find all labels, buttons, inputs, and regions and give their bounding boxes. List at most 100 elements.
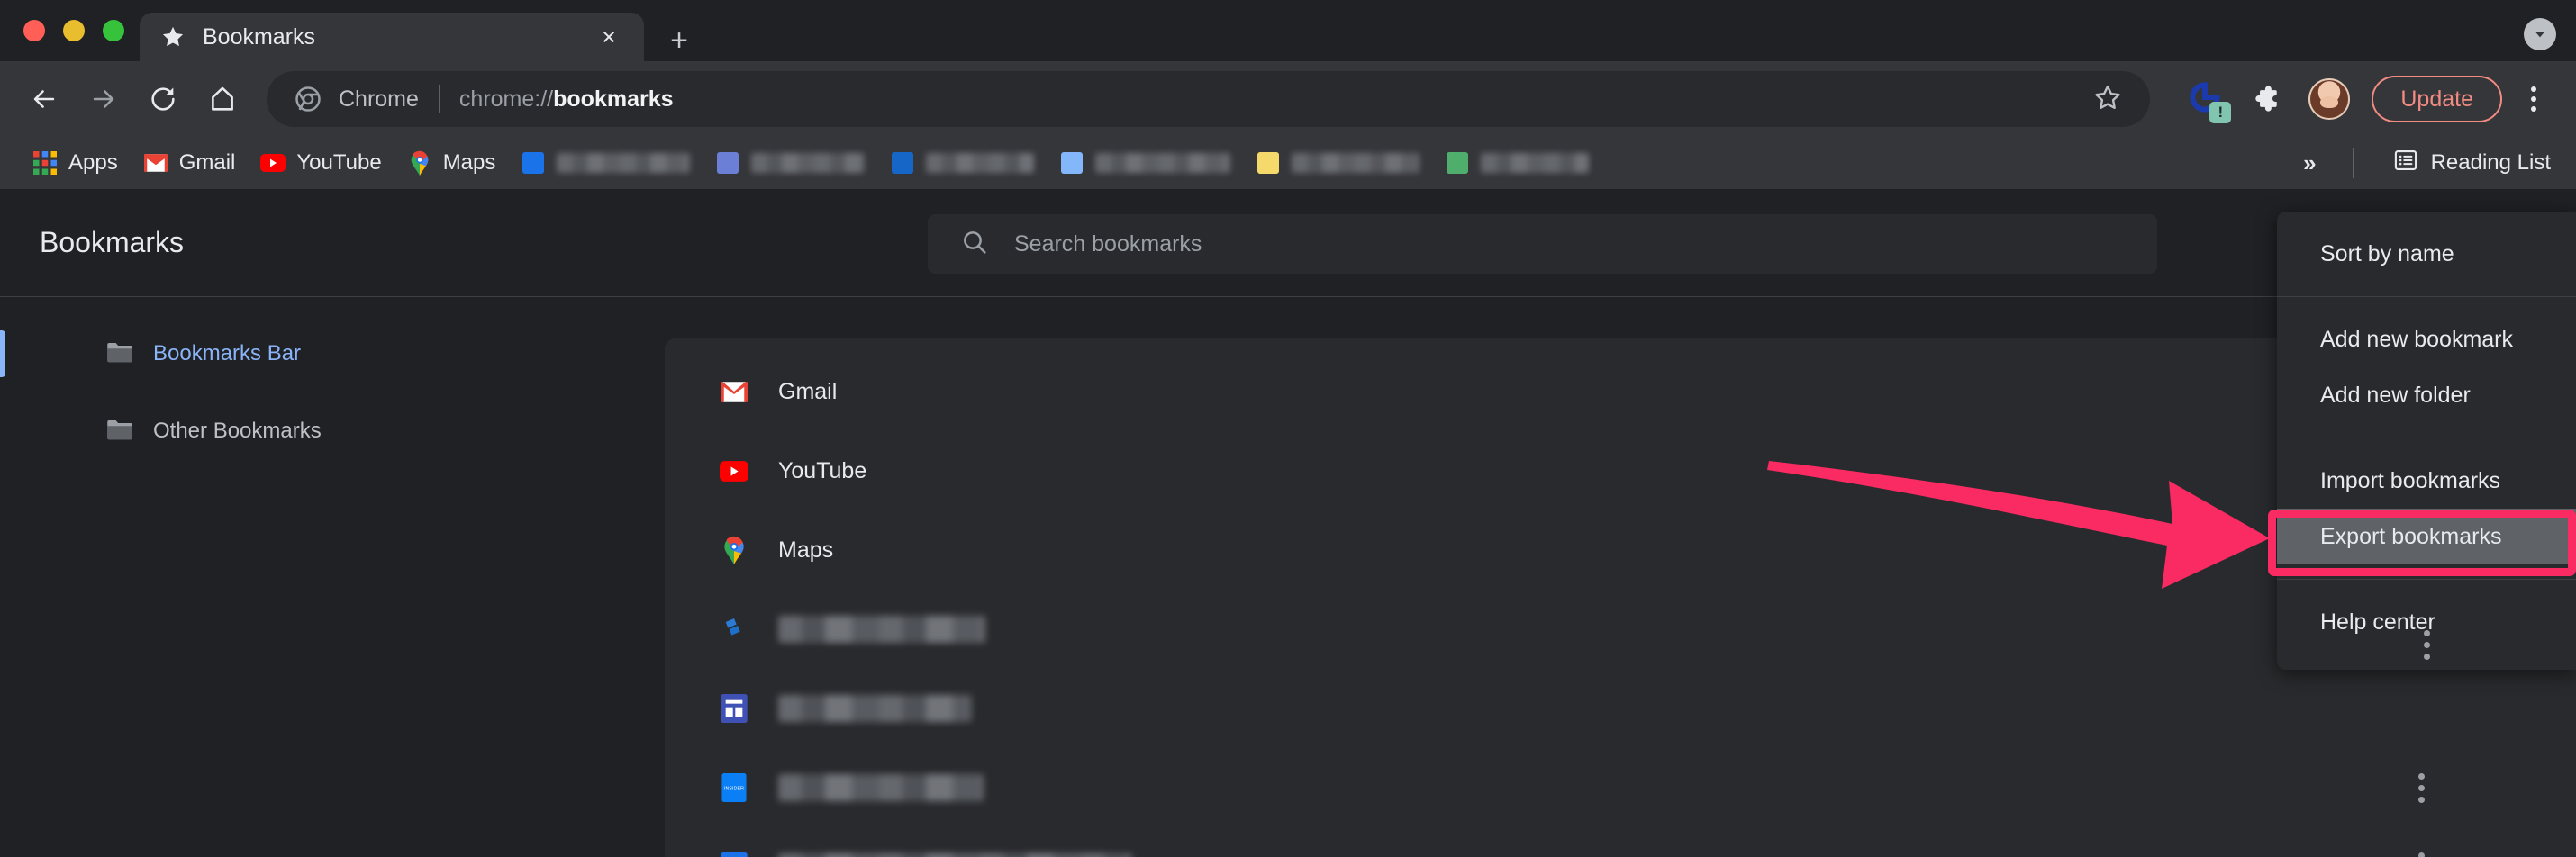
redacted-label	[1292, 153, 1420, 173]
redacted-favicon-yellow	[1256, 150, 1281, 176]
page-header: Bookmarks Search bookmarks	[0, 189, 2576, 297]
bookmarks-bar-overflow-area: » Reading List	[2283, 148, 2576, 179]
gmail-icon	[719, 376, 749, 407]
redacted-label	[778, 616, 985, 643]
search-input[interactable]: Search bookmarks	[928, 214, 2157, 274]
menu-item-add-new-bookmark[interactable]: Add new bookmark	[2277, 311, 2576, 367]
omnibox-divider	[438, 85, 440, 113]
menu-item-sort-by-name[interactable]: Sort by name	[2277, 226, 2576, 282]
toolbar-actions: ! Update	[2170, 76, 2576, 123]
redacted-favicon-lightblue	[1059, 150, 1084, 176]
omnibox-scheme-label: Chrome	[339, 86, 419, 112]
redacted-label	[778, 853, 1131, 857]
bookmark-label: YouTube	[296, 150, 382, 175]
extension-alert-badge: !	[2209, 102, 2232, 123]
url-prefix: chrome://	[458, 86, 554, 112]
redacted-label	[778, 774, 984, 801]
bookmark-redacted[interactable]	[1432, 144, 1601, 182]
bookmark-redacted[interactable]	[1243, 144, 1432, 182]
chevron-down-icon[interactable]	[2524, 18, 2556, 50]
redacted-favicon-grid	[719, 693, 749, 724]
redacted-favicon-lines	[719, 852, 749, 857]
forward-button[interactable]	[83, 78, 124, 120]
maps-pin-icon	[719, 535, 749, 565]
kebab-menu-icon[interactable]	[2513, 78, 2554, 120]
youtube-icon	[260, 150, 286, 176]
sidebar-item-other-bookmarks[interactable]: Other Bookmarks	[0, 406, 665, 456]
list-item-menu-button[interactable]	[2401, 768, 2441, 807]
redacted-label	[751, 153, 866, 173]
url-path: bookmarks	[553, 86, 674, 112]
redacted-favicon-ribbon	[719, 614, 749, 645]
redacted-label	[778, 695, 972, 722]
close-window-button[interactable]	[23, 20, 45, 41]
sidebar-item-label: Bookmarks Bar	[153, 341, 302, 365]
chrome-icon	[294, 85, 322, 113]
bookmark-gmail[interactable]: Gmail	[131, 144, 249, 182]
home-button[interactable]	[202, 78, 243, 120]
star-icon	[159, 23, 186, 50]
folder-icon	[106, 340, 133, 367]
redacted-favicon-indigo	[715, 150, 740, 176]
menu-item-add-new-folder[interactable]: Add new folder	[2277, 367, 2576, 423]
list-item-menu-button[interactable]	[2401, 847, 2441, 857]
list-item-label: Maps	[778, 537, 834, 563]
new-tab-button[interactable]: +	[662, 23, 696, 58]
redacted-favicon-blue	[521, 150, 546, 176]
bookmarks-bar: Apps Gmail YouTube Maps » Reading List	[0, 137, 2576, 189]
redacted-favicon-blue	[890, 150, 915, 176]
reload-button[interactable]	[142, 78, 184, 120]
folder-icon	[106, 418, 133, 445]
avatar[interactable]	[2308, 78, 2351, 120]
bookmark-label: Apps	[68, 150, 118, 175]
back-button[interactable]	[23, 78, 65, 120]
sidebar-item-label: Other Bookmarks	[153, 419, 322, 443]
bookmark-youtube[interactable]: YouTube	[248, 144, 394, 182]
bookmark-redacted[interactable]	[877, 144, 1047, 182]
annotation-arrow	[1767, 461, 2270, 589]
tab-title: Bookmarks	[203, 23, 316, 50]
apps-grid-icon	[32, 150, 58, 176]
search-icon	[960, 228, 989, 261]
svg-text:INSIDER: INSIDER	[724, 786, 744, 791]
omnibox-url: chrome://bookmarks	[459, 86, 674, 113]
list-item-label: YouTube	[778, 457, 867, 483]
minimize-window-button[interactable]	[63, 20, 85, 41]
close-tab-button[interactable]: ×	[594, 22, 624, 52]
redacted-label	[557, 153, 691, 173]
reading-list-button[interactable]: Reading List	[2370, 148, 2562, 179]
bookmark-label: Maps	[442, 150, 496, 175]
bookmark-redacted[interactable]	[508, 144, 703, 182]
redacted-label	[1095, 153, 1231, 173]
bookmark-star-icon[interactable]	[2092, 82, 2123, 117]
puzzle-piece-icon[interactable]	[2245, 78, 2287, 120]
youtube-icon	[719, 456, 749, 486]
list-item[interactable]	[665, 827, 2576, 857]
reading-list-label: Reading List	[2430, 150, 2551, 175]
menu-scroll-dots-icon	[2417, 630, 2435, 660]
address-bar[interactable]: Chrome chrome://bookmarks	[267, 71, 2151, 127]
browser-window: Bookmarks × + Chrome chrome://bookmarks …	[0, 0, 2576, 857]
list-item[interactable]: INSIDER	[665, 748, 2576, 827]
update-button[interactable]: Update	[2372, 76, 2502, 122]
sidebar-item-bookmarks-bar[interactable]: Bookmarks Bar	[0, 329, 665, 379]
search-placeholder: Search bookmarks	[1014, 230, 1202, 257]
zoom-window-button[interactable]	[103, 20, 124, 41]
reading-list-icon	[2393, 148, 2418, 179]
list-item[interactable]	[665, 669, 2576, 748]
redacted-label	[926, 153, 1035, 173]
browser-toolbar: Chrome chrome://bookmarks ! Update	[0, 61, 2576, 137]
bookmark-apps[interactable]: Apps	[20, 144, 131, 182]
page-title: Bookmarks	[40, 226, 185, 258]
bookmarks-overflow-button[interactable]: »	[2283, 149, 2336, 177]
list-item-label: Gmail	[778, 378, 838, 404]
redacted-label	[1481, 153, 1590, 173]
maps-pin-icon	[407, 150, 432, 176]
divider	[2352, 148, 2354, 178]
bookmark-redacted[interactable]	[703, 144, 877, 182]
bookmark-maps[interactable]: Maps	[395, 144, 509, 182]
extension-action-icon[interactable]: !	[2186, 78, 2232, 123]
browser-tab[interactable]: Bookmarks ×	[140, 13, 644, 61]
tab-strip: Bookmarks × +	[0, 0, 2576, 61]
bookmark-redacted[interactable]	[1047, 144, 1243, 182]
